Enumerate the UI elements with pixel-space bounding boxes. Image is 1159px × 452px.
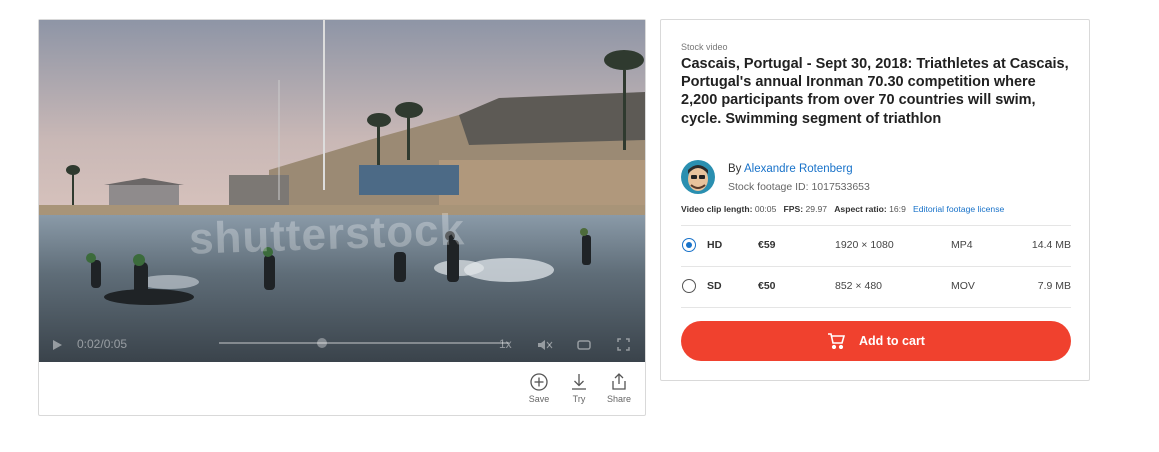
clip-metadata: Video clip length: 00:05 FPS: 29.97 Aspe… — [681, 204, 1004, 214]
progress-handle[interactable] — [317, 338, 327, 348]
download-icon — [572, 374, 586, 390]
add-to-cart-label: Add to cart — [859, 334, 925, 348]
cart-icon — [828, 333, 845, 349]
save-button[interactable]: Save — [519, 372, 559, 414]
fullscreen-icon[interactable] — [617, 338, 630, 351]
fps-value: 29.97 — [805, 204, 828, 214]
timecode: 0:02/0:05 — [77, 337, 128, 351]
option-resolution: 852 × 480 — [835, 280, 883, 292]
size-option-sd[interactable]: SD €50 852 × 480 MOV 7.9 MB — [681, 266, 1071, 308]
share-icon — [612, 373, 626, 390]
size-option-hd[interactable]: HD €59 1920 × 1080 MP4 14.4 MB — [681, 225, 1071, 266]
avatar[interactable] — [681, 160, 715, 194]
option-size: 7.9 MB — [1037, 280, 1071, 292]
loop-icon[interactable] — [577, 339, 591, 351]
play-icon[interactable] — [51, 339, 63, 351]
video-frame — [39, 20, 645, 362]
by-label: By — [728, 163, 742, 175]
length-value: 00:05 — [754, 204, 777, 214]
radio-hd[interactable] — [682, 238, 696, 252]
aspect-value: 16:9 — [889, 204, 906, 214]
author-byline: By Alexandre Rotenberg — [728, 163, 853, 175]
watermark: shutterstock — [188, 205, 466, 264]
fps-label: FPS: — [783, 204, 804, 214]
try-label: Try — [572, 394, 586, 404]
size-options: HD €59 1920 × 1080 MP4 14.4 MB SD €50 85… — [681, 225, 1071, 308]
footage-id: Stock footage ID: 1017533653 — [728, 181, 870, 193]
option-format: MP4 — [951, 239, 973, 251]
mute-icon[interactable] — [537, 339, 553, 351]
video-player[interactable]: shutterstock 0:02/0:05 1x — [39, 20, 645, 362]
details-panel: Stock video Cascais, Portugal - Sept 30,… — [660, 19, 1090, 381]
plus-circle-icon — [530, 373, 548, 391]
video-card: shutterstock 0:02/0:05 1x Save Try Share — [38, 19, 646, 416]
option-size: 14.4 MB — [1031, 239, 1071, 251]
video-actions: Save Try Share — [519, 372, 639, 414]
author-link[interactable]: Alexandre Rotenberg — [744, 163, 853, 175]
speed-control[interactable]: 1x — [499, 337, 512, 351]
save-label: Save — [528, 394, 550, 404]
page-title: Cascais, Portugal - Sept 30, 2018: Triat… — [681, 56, 1069, 127]
content-type: Stock video — [681, 42, 728, 52]
add-to-cart-button[interactable]: Add to cart — [681, 321, 1071, 361]
license-link[interactable]: Editorial footage license — [913, 204, 1004, 214]
share-label: Share — [606, 394, 632, 404]
video-controls: 0:02/0:05 1x — [39, 322, 645, 362]
radio-sd[interactable] — [682, 279, 696, 293]
aspect-label: Aspect ratio: — [834, 204, 887, 214]
option-resolution: 1920 × 1080 — [835, 239, 894, 251]
try-button[interactable]: Try — [559, 372, 599, 414]
option-name: HD — [707, 239, 723, 251]
progress-bar[interactable] — [219, 338, 509, 348]
option-format: MOV — [951, 280, 975, 292]
option-price: €50 — [758, 280, 776, 292]
option-name: SD — [707, 280, 722, 292]
option-price: €59 — [758, 239, 776, 251]
share-button[interactable]: Share — [599, 372, 639, 414]
length-label: Video clip length: — [681, 204, 753, 214]
